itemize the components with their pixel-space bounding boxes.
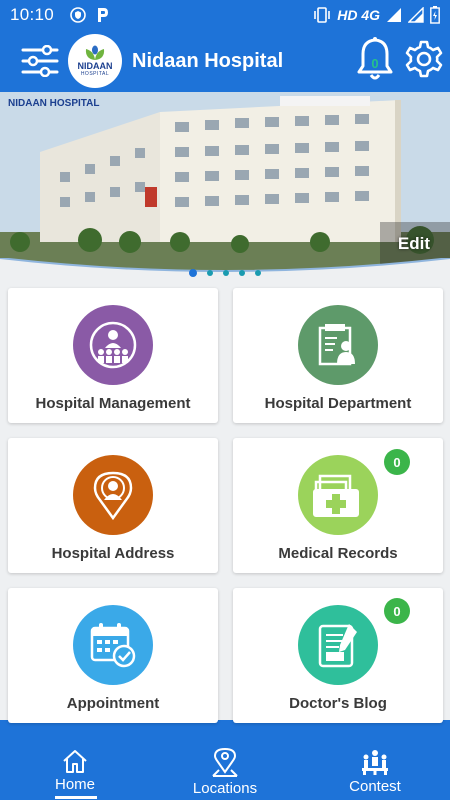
nav-home[interactable]: Home bbox=[25, 748, 125, 793]
banner-logo: NIDAAN HOSPITAL bbox=[8, 98, 100, 109]
menu-icon-circle bbox=[73, 305, 153, 385]
carousel-dot[interactable] bbox=[189, 269, 197, 277]
records-icon bbox=[313, 474, 359, 517]
medical-records-badge: 0 bbox=[384, 449, 410, 475]
location-icon bbox=[93, 471, 133, 520]
logo-text: NIDAAN bbox=[77, 61, 113, 71]
hospital-address-card[interactable]: Hospital Address bbox=[8, 438, 218, 573]
status-bar: 10:10 HD 4G bbox=[0, 0, 450, 30]
edit-button[interactable]: Edit bbox=[398, 234, 430, 254]
card-label: Hospital Department bbox=[264, 395, 412, 412]
carousel-dot[interactable] bbox=[207, 270, 213, 276]
status-time: 10:10 bbox=[10, 5, 55, 24]
hospital-logo: NIDAAN HOSPITAL bbox=[68, 34, 122, 88]
menu-icon-circle bbox=[73, 455, 153, 535]
app-bar: NIDAAN HOSPITAL Nidaan Hospital 0 bbox=[0, 30, 450, 92]
doctors-blog-card[interactable]: Doctor's Blog bbox=[233, 588, 443, 723]
card-label: Medical Records bbox=[278, 545, 398, 562]
blog-icon bbox=[318, 624, 357, 668]
active-tab-indicator bbox=[55, 796, 97, 799]
nav-contest-label: Contest bbox=[349, 778, 401, 795]
hospital-building-image bbox=[0, 92, 450, 270]
doctors-blog-badge: 0 bbox=[384, 598, 410, 624]
location-pin-icon bbox=[212, 748, 238, 777]
carousel-indicator bbox=[0, 269, 450, 277]
sliders-icon bbox=[21, 45, 59, 77]
battery-icon bbox=[430, 6, 440, 24]
notification-count: 0 bbox=[371, 56, 379, 71]
network-label: HD 4G bbox=[337, 7, 380, 23]
logo-subtext: HOSPITAL bbox=[80, 71, 110, 77]
menu-icon-circle bbox=[298, 605, 378, 685]
menu-icon-circle bbox=[298, 455, 378, 535]
gear-icon bbox=[405, 40, 443, 78]
medical-records-card[interactable]: Medical Records bbox=[233, 438, 443, 573]
settings-button[interactable] bbox=[405, 40, 443, 78]
notifications-button[interactable]: 0 bbox=[356, 36, 394, 82]
nav-contest[interactable]: Contest bbox=[325, 748, 425, 795]
wifi-signal-icon bbox=[408, 7, 424, 23]
signal-icon bbox=[387, 8, 401, 22]
card-label: Hospital Address bbox=[51, 545, 175, 562]
nav-home-label: Home bbox=[54, 776, 95, 793]
page-title: Nidaan Hospital bbox=[132, 49, 284, 72]
hospital-department-card[interactable]: Hospital Department bbox=[233, 288, 443, 423]
carousel-dot[interactable] bbox=[255, 270, 261, 276]
menu-icon-circle bbox=[298, 305, 378, 385]
calendar-icon bbox=[90, 623, 136, 668]
home-icon bbox=[63, 750, 87, 773]
card-label: Appointment bbox=[66, 695, 160, 712]
shield-icon bbox=[70, 7, 86, 23]
carousel-dot[interactable] bbox=[239, 270, 245, 276]
filter-menu-button[interactable] bbox=[20, 41, 60, 81]
leaf-logo-icon bbox=[85, 45, 105, 60]
hospital-management-card[interactable]: Hospital Management bbox=[8, 288, 218, 423]
nav-locations[interactable]: Locations bbox=[175, 748, 275, 797]
team-icon bbox=[89, 321, 137, 369]
banner-carousel[interactable]: NIDAAN HOSPITAL Edit bbox=[0, 92, 450, 270]
nav-locations-label: Locations bbox=[192, 780, 258, 797]
contest-icon bbox=[362, 750, 388, 775]
menu-icon-circle bbox=[73, 605, 153, 685]
parking-icon bbox=[98, 8, 109, 22]
card-label: Hospital Management bbox=[35, 395, 191, 412]
department-icon bbox=[318, 324, 355, 366]
vibrate-icon bbox=[314, 7, 331, 23]
appointment-card[interactable]: Appointment bbox=[8, 588, 218, 723]
card-label: Doctor's Blog bbox=[289, 695, 387, 712]
carousel-dot[interactable] bbox=[223, 270, 229, 276]
